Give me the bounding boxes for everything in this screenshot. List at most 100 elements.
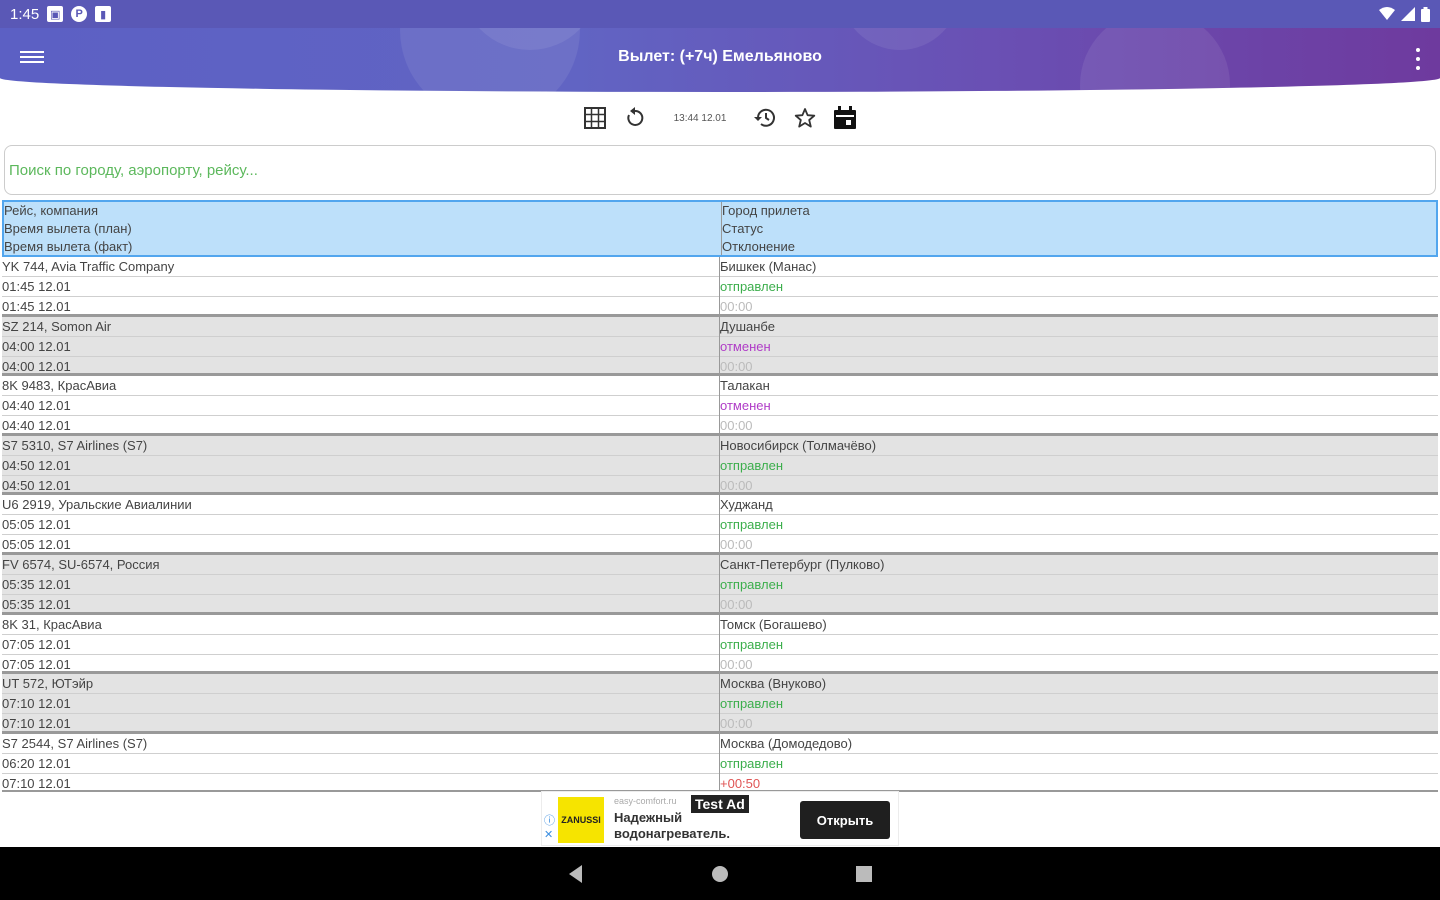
flight-deviation: 00:00 — [720, 537, 753, 553]
refresh-time: 13:44 12.01 — [673, 112, 727, 124]
more-vert-icon[interactable] — [1414, 48, 1422, 70]
arrival-city: Новосибирск (Толмачёво) — [720, 436, 1438, 456]
system-nav-bar — [0, 847, 1440, 900]
star-icon — [794, 108, 816, 128]
departure-plan: 05:35 12.01 — [2, 575, 719, 595]
refresh-icon — [627, 107, 644, 126]
ad-source: easy-comfort.ru — [614, 796, 677, 806]
arrival-city: Санкт-Петербург (Пулково) — [720, 555, 1438, 575]
flight-deviation: 00:00 — [720, 596, 753, 612]
flight-company: FV 6574, SU-6574, Россия — [2, 555, 719, 575]
departure-plan: 07:10 12.01 — [2, 694, 719, 715]
arrival-city: Бишкек (Манас) — [720, 257, 1438, 277]
home-icon — [712, 865, 728, 882]
table-row[interactable]: UT 572, ЮТэйр 07:10 12.01 07:10 12.01 Москв… — [2, 674, 1438, 734]
arrival-cell: Москва (Внуково) отправлен 00:00 — [720, 674, 1438, 731]
sim-card-icon: ▣ — [47, 6, 64, 22]
history-button[interactable] — [745, 101, 785, 135]
arrival-city: Москва (Внуково) — [720, 674, 1438, 695]
flight-deviation: 00:00 — [720, 358, 753, 374]
departure-plan: 01:45 12.01 — [2, 277, 719, 297]
departure-fact: 04:50 12.01 — [2, 477, 71, 493]
table-row[interactable]: S7 5310, S7 Airlines (S7) 04:50 12.01 04:5… — [2, 435, 1438, 496]
arrival-cell: Талакан отменен 00:00 — [720, 376, 1438, 433]
table-header-right: Город прилета Статус Отклонение — [722, 202, 1436, 255]
toolbar: 13:44 12.01 — [0, 100, 1440, 136]
flight-company: 8K 9483, КрасАвиа — [2, 376, 719, 397]
departure-fact: 04:40 12.01 — [2, 418, 71, 434]
flight-deviation: 00:00 — [720, 418, 753, 434]
grid-icon — [584, 107, 606, 129]
table-row[interactable]: 8K 9483, КрасАвиа 04:40 12.01 04:40 12.01 Т… — [2, 376, 1438, 436]
signal-icon — [1401, 7, 1415, 21]
table-row[interactable]: FV 6574, SU-6574, Россия 05:35 12.01 05:35… — [2, 554, 1438, 615]
battery-icon — [1421, 6, 1430, 22]
calendar-icon — [834, 106, 856, 129]
flight-cell: YK 744, Avia Traffic Company 01:45 12.01 0… — [2, 257, 720, 314]
flight-deviation: +00:50 — [720, 775, 761, 791]
flight-company: U6 2919, Уральские Авиалинии — [2, 495, 719, 516]
departure-fact: 07:10 12.01 — [2, 716, 71, 732]
flight-status: отправлен — [720, 754, 1438, 774]
table-row[interactable]: SZ 214, Somon Air 04:00 12.01 04:00 12.01 Д… — [2, 316, 1438, 377]
arrival-cell: Новосибирск (Толмачёво) отправлен 00:00 — [720, 436, 1438, 493]
departure-plan: 07:05 12.01 — [2, 635, 719, 655]
history-icon — [754, 108, 775, 127]
flight-status: отправлен — [720, 694, 1438, 715]
ad-logo: ZANUSSI — [558, 797, 604, 843]
departure-fact: 05:35 12.01 — [2, 596, 71, 612]
refresh-button[interactable] — [615, 101, 655, 135]
grid-button[interactable] — [575, 101, 615, 135]
search-box — [4, 145, 1436, 195]
flight-company: SZ 214, Somon Air — [2, 317, 719, 337]
table-row[interactable]: S7 2544, S7 Airlines (S7) 06:20 12.01 07:1… — [2, 733, 1438, 792]
departure-fact: 04:00 12.01 — [2, 358, 71, 374]
column-header: Статус — [722, 221, 764, 236]
arrival-city: Душанбе — [720, 317, 1438, 337]
flight-company: S7 2544, S7 Airlines (S7) — [2, 734, 719, 754]
calendar-button[interactable] — [825, 101, 865, 135]
p-icon: P — [71, 6, 88, 22]
table-row[interactable]: YK 744, Avia Traffic Company 01:45 12.01 0… — [2, 257, 1438, 317]
flight-deviation: 00:00 — [720, 656, 753, 672]
ad-banner[interactable]: ⓘ ✕ ZANUSSI easy-comfort.ru Test Ad Надеж… — [541, 791, 899, 846]
home-button[interactable] — [648, 847, 792, 900]
table-row[interactable]: U6 2919, Уральские Авиалинии 05:05 12.01 0… — [2, 495, 1438, 555]
flight-status: отправлен — [720, 635, 1438, 655]
flight-cell: U6 2919, Уральские Авиалинии 05:05 12.01 0… — [2, 495, 720, 552]
back-button[interactable] — [504, 847, 648, 900]
search-input[interactable] — [5, 146, 1435, 194]
arrival-cell: Бишкек (Манас) отправлен 00:00 — [720, 257, 1438, 314]
flight-cell: S7 5310, S7 Airlines (S7) 04:50 12.01 04:5… — [2, 435, 720, 493]
arrival-cell: Томск (Богашево) отправлен 00:00 — [720, 615, 1438, 672]
ad-open-button[interactable]: Открыть — [800, 801, 890, 839]
flight-company: 8K 31, КрасАвиа — [2, 615, 719, 635]
arrival-cell: Худжанд отправлен 00:00 — [720, 495, 1438, 552]
flight-company: UT 572, ЮТэйр — [2, 674, 719, 695]
ad-info-icon[interactable]: ⓘ ✕ — [544, 814, 555, 842]
departure-plan: 04:50 12.01 — [2, 456, 719, 476]
flight-status: отправлен — [720, 515, 1438, 536]
arrival-cell: Душанбе отменен 00:00 — [720, 317, 1438, 374]
wifi-icon — [1379, 7, 1395, 20]
flight-status: отменен — [720, 396, 1438, 417]
flight-cell: UT 572, ЮТэйр 07:10 12.01 07:10 12.01 — [2, 674, 720, 731]
recents-button[interactable] — [792, 847, 936, 900]
column-header: Время вылета (план) — [4, 221, 132, 236]
favorites-button[interactable] — [785, 101, 825, 135]
departure-plan: 05:05 12.01 — [2, 515, 719, 536]
flight-status: отправлен — [720, 277, 1438, 297]
ad-text: Надежный водонагреватель. — [614, 810, 730, 841]
table-row[interactable]: 8K 31, КрасАвиа 07:05 12.01 07:05 12.01 Том… — [2, 614, 1438, 675]
departure-fact: 07:10 12.01 — [2, 775, 71, 791]
flight-cell: 8K 31, КрасАвиа 07:05 12.01 07:05 12.01 — [2, 614, 720, 672]
flight-deviation: 00:00 — [720, 299, 753, 314]
flights-table: Рейс, компания Время вылета (план) Время… — [2, 200, 1438, 792]
status-bar-left: 1:45 ▣ P ▮ — [10, 6, 112, 23]
arrival-city: Томск (Богашево) — [720, 615, 1438, 635]
status-bar: 1:45 ▣ P ▮ — [0, 0, 1440, 28]
arrival-cell: Санкт-Петербург (Пулково) отправлен 00:00 — [720, 555, 1438, 612]
flight-cell: 8K 9483, КрасАвиа 04:40 12.01 04:40 12.01 — [2, 376, 720, 433]
arrival-city: Худжанд — [720, 495, 1438, 516]
flight-deviation: 00:00 — [720, 716, 753, 732]
